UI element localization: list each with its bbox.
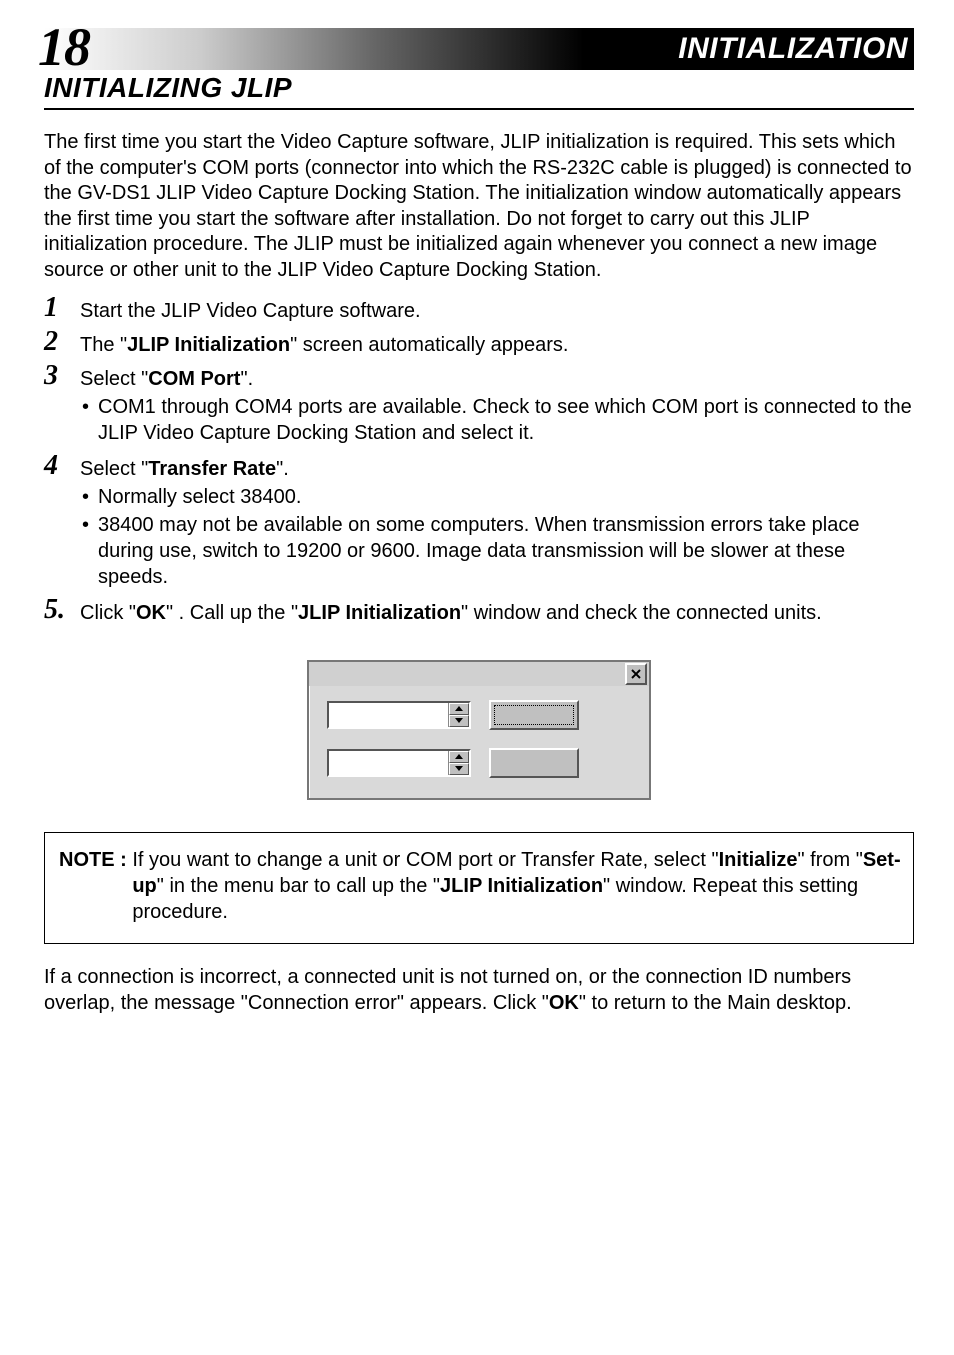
bullet-item: 38400 may not be available on some compu…	[80, 512, 914, 590]
step-number: 2	[44, 328, 66, 356]
note-box: NOTE : If you want to change a unit or C…	[44, 832, 914, 944]
text: The "	[80, 334, 127, 356]
step-text: Click "OK" . Call up the "JLIP Initializ…	[80, 596, 914, 626]
step-number: 4	[44, 452, 66, 480]
bold: JLIP Initialization	[440, 875, 603, 897]
jlip-initialization-dialog	[307, 660, 651, 800]
outro-paragraph: If a connection is incorrect, a connecte…	[44, 964, 914, 1016]
chevron-down-icon	[455, 766, 463, 771]
ok-button[interactable]	[489, 700, 579, 730]
cancel-button[interactable]	[489, 748, 579, 778]
bold: Initialize	[719, 849, 798, 871]
bold: OK	[136, 602, 166, 624]
text: Select "	[80, 458, 148, 480]
text: " window and check the connected units.	[461, 602, 822, 624]
text: ".	[276, 458, 289, 480]
bullet-item: COM1 through COM4 ports are available. C…	[80, 394, 914, 446]
intro-paragraph: The first time you start the Video Captu…	[44, 130, 914, 284]
step-3: 3 Select "COM Port". COM1 through COM4 p…	[44, 362, 914, 448]
bold: Transfer Rate	[148, 458, 276, 480]
chevron-up-icon	[455, 706, 463, 711]
step-3-bullets: COM1 through COM4 ports are available. C…	[80, 394, 914, 446]
note-body: If you want to change a unit or COM port…	[132, 847, 903, 925]
transfer-rate-select[interactable]	[327, 749, 471, 777]
chevron-up-icon	[455, 754, 463, 759]
text: " screen automatically appears.	[290, 334, 568, 356]
text: If you want to change a unit or COM port…	[132, 849, 718, 871]
text: " in the menu bar to call up the "	[157, 875, 440, 897]
text: " from "	[798, 849, 863, 871]
step-text: The "JLIP Initialization" screen automat…	[80, 328, 914, 358]
spinner-icon[interactable]	[448, 751, 469, 775]
close-icon[interactable]	[625, 663, 647, 685]
text: ".	[240, 368, 253, 390]
bold: OK	[549, 992, 579, 1014]
step-number: 5.	[44, 596, 66, 624]
dialog-titlebar	[309, 662, 649, 686]
text: Select "	[80, 368, 148, 390]
header-title: INITIALIZATION	[678, 28, 908, 70]
com-port-select[interactable]	[327, 701, 471, 729]
step-1: 1 Start the JLIP Video Capture software.	[44, 294, 914, 324]
page-number: 18	[38, 20, 90, 74]
step-4: 4 Select "Transfer Rate". Normally selec…	[44, 452, 914, 592]
step-text: Select "COM Port". COM1 through COM4 por…	[80, 362, 914, 448]
steps-list: 1 Start the JLIP Video Capture software.…	[44, 294, 914, 626]
step-number: 3	[44, 362, 66, 390]
step-number: 1	[44, 294, 66, 322]
header-banner: 18 INITIALIZATION	[44, 28, 914, 70]
section-title: INITIALIZING JLIP	[44, 72, 914, 110]
bullet-item: Normally select 38400.	[80, 484, 914, 510]
step-2: 2 The "JLIP Initialization" screen autom…	[44, 328, 914, 358]
spinner-icon[interactable]	[448, 703, 469, 727]
text: " . Call up the "	[166, 602, 298, 624]
step-4-bullets: Normally select 38400. 38400 may not be …	[80, 484, 914, 590]
step-5: 5. Click "OK" . Call up the "JLIP Initia…	[44, 596, 914, 626]
bold: JLIP Initialization	[127, 334, 290, 356]
text: Click "	[80, 602, 136, 624]
text: " to return to the Main desktop.	[579, 992, 852, 1014]
step-text: Select "Transfer Rate". Normally select …	[80, 452, 914, 592]
note-label: NOTE :	[59, 847, 132, 925]
bold: COM Port	[148, 368, 240, 390]
chevron-down-icon	[455, 718, 463, 723]
step-text: Start the JLIP Video Capture software.	[80, 294, 914, 324]
bold: JLIP Initialization	[298, 602, 461, 624]
